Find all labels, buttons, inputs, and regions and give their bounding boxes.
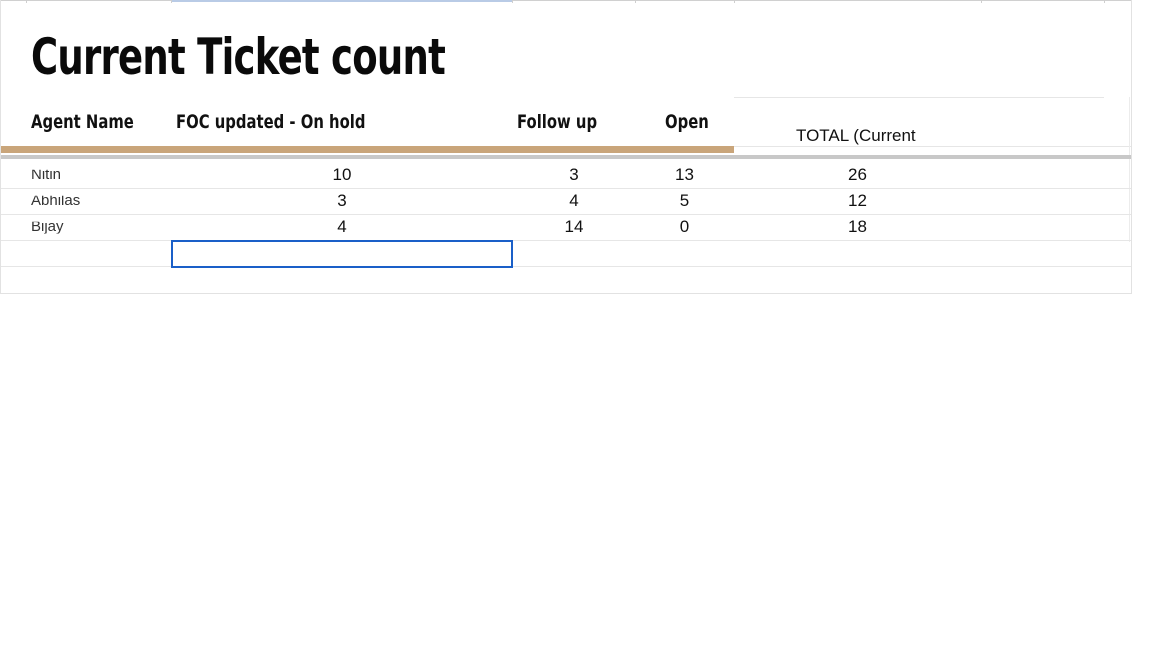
column-divider	[1104, 0, 1105, 3]
header-follow-up[interactable]: Follow up	[517, 111, 597, 133]
agent-name-cell[interactable]: Abhilas	[31, 196, 91, 208]
total-cell[interactable]: 12	[734, 188, 981, 214]
column-selection-indicator	[171, 0, 513, 2]
table-row[interactable]: Nitin 10 3 13 26	[1, 162, 1131, 189]
column-divider	[171, 0, 172, 3]
column-divider	[981, 0, 982, 3]
page-title: Current Ticket count	[31, 28, 446, 86]
header-foc-on-hold[interactable]: FOC updated - On hold	[176, 111, 365, 133]
open-cell[interactable]: 5	[635, 188, 734, 214]
foc-cell[interactable]: 10	[171, 162, 513, 188]
foc-cell[interactable]: 4	[171, 214, 513, 240]
header-divider	[734, 155, 1131, 159]
foc-cell[interactable]: 3	[171, 188, 513, 214]
spreadsheet-canvas[interactable]: Current Ticket count Agent Name FOC upda…	[0, 0, 1132, 294]
follow-up-cell[interactable]: 3	[513, 162, 635, 188]
header-band	[1, 146, 734, 153]
total-cell[interactable]: 26	[734, 162, 981, 188]
agent-name-cell[interactable]: Nitin	[31, 170, 91, 182]
follow-up-cell[interactable]: 4	[513, 188, 635, 214]
header-divider	[1, 155, 734, 159]
open-cell[interactable]: 0	[635, 214, 734, 240]
total-cell[interactable]: 18	[734, 214, 981, 240]
column-divider	[635, 0, 636, 3]
column-divider	[734, 0, 735, 3]
table-row[interactable]: Bijay 4 14 0 18	[1, 214, 1131, 241]
gridline	[734, 97, 1104, 98]
header-open[interactable]: Open	[665, 111, 709, 133]
column-divider	[26, 0, 27, 3]
header-total[interactable]: TOTAL (Current	[796, 126, 916, 146]
empty-row[interactable]	[1, 266, 1131, 292]
gridline	[734, 146, 1131, 147]
open-cell[interactable]: 13	[635, 162, 734, 188]
follow-up-cell[interactable]: 14	[513, 214, 635, 240]
table-row[interactable]: Abhilas 3 4 5 12	[1, 188, 1131, 215]
agent-name-cell[interactable]: Bijay	[31, 222, 91, 234]
selected-cell[interactable]	[171, 240, 513, 268]
header-agent-name[interactable]: Agent Name	[31, 111, 134, 133]
column-divider	[512, 0, 513, 3]
